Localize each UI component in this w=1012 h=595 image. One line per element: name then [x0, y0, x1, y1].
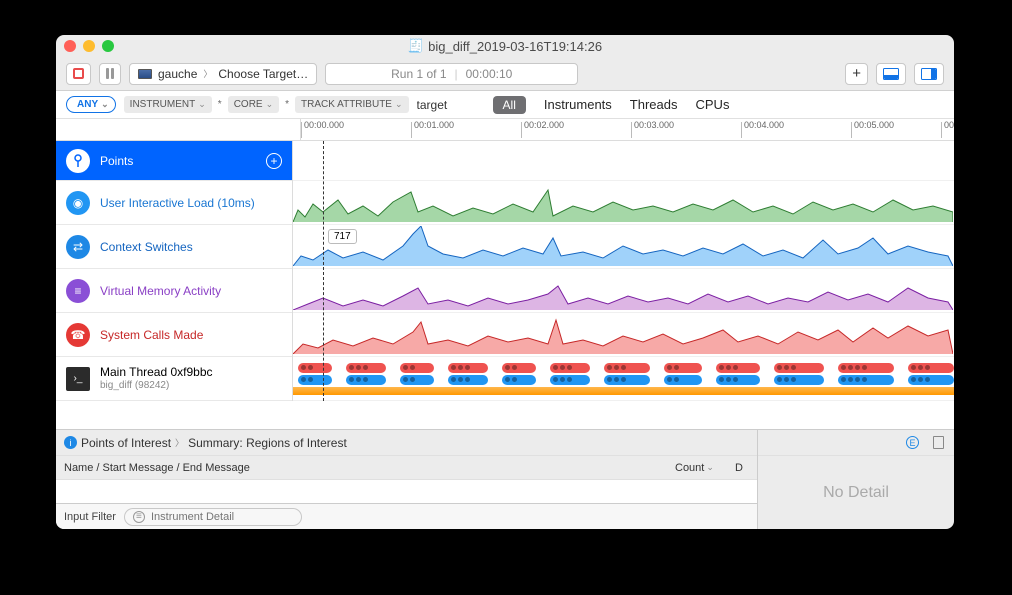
minimize-icon[interactable] — [83, 40, 95, 52]
info-icon: i — [64, 436, 77, 449]
document-icon: 🧾 — [408, 38, 424, 54]
run-label: Run 1 of 1 — [391, 67, 446, 81]
time-ruler[interactable]: 00:00.000 00:01.000 00:02.000 00:03.000 … — [56, 119, 954, 141]
match-any-pill[interactable]: ANY⌄ — [66, 96, 116, 113]
chip-instrument[interactable]: INSTRUMENT⌄ — [124, 96, 212, 113]
timeline: 00:00.000 00:01.000 00:02.000 00:03.000 … — [56, 119, 954, 429]
detail-panel: i Points of Interest 〉 Summary: Regions … — [56, 429, 954, 529]
target-action: Choose Target… — [218, 67, 308, 81]
extended-detail-icon[interactable]: E — [906, 436, 919, 449]
instruments-window: 🧾 big_diff_2019-03-16T19:14:26 gauche 〉 … — [56, 35, 954, 529]
zoom-icon[interactable] — [102, 40, 114, 52]
crumb-2: Summary: Regions of Interest — [188, 436, 347, 450]
inspector-head: E — [758, 430, 954, 456]
tab-threads[interactable]: Threads — [630, 97, 678, 112]
syscall-icon: ☎ — [66, 323, 90, 347]
points-icon — [66, 149, 90, 173]
run-info-icon[interactable] — [933, 436, 944, 449]
track-context-switches[interactable]: ⇄ Context Switches — [56, 225, 292, 269]
input-filter-label: Input Filter — [64, 511, 116, 523]
lane-uil — [293, 181, 954, 225]
chip-core[interactable]: CORE⌄ — [228, 96, 279, 113]
lane-sc — [293, 313, 954, 357]
track-labels: Points + ◉ User Interactive Load (10ms) … — [56, 141, 293, 401]
target-host: gauche — [158, 67, 197, 81]
track-points-label: Points — [100, 154, 133, 168]
target-selector[interactable]: gauche 〉 Choose Target… — [129, 63, 317, 85]
record-button[interactable] — [66, 63, 91, 85]
toggle-side-panel[interactable] — [914, 63, 944, 85]
toolbar: gauche 〉 Choose Target… Run 1 of 1 | 00:… — [56, 57, 954, 91]
lane-vm — [293, 269, 954, 313]
chevron-right-icon: 〉 — [175, 436, 184, 449]
thread-process: big_diff (98242) — [100, 380, 213, 391]
col-d[interactable]: D — [735, 462, 749, 474]
track-system-calls[interactable]: ☎ System Calls Made — [56, 313, 292, 357]
filter-input[interactable] — [417, 98, 477, 112]
panel-bottom-icon — [883, 68, 899, 80]
detail-footer: Input Filter ≡ — [56, 503, 757, 529]
no-detail-label: No Detail — [758, 456, 954, 529]
track-canvas[interactable]: 717 — [293, 141, 954, 401]
panel-side-icon — [921, 68, 937, 80]
plus-icon: + — [852, 65, 861, 82]
memory-icon: ≡ — [66, 279, 90, 303]
lane-cs: 717 — [293, 225, 954, 269]
add-track-icon[interactable]: + — [266, 153, 282, 169]
cpu-icon: ◉ — [66, 191, 90, 215]
chevron-down-icon: ⌄ — [101, 99, 109, 110]
run-selector[interactable]: Run 1 of 1 | 00:00:10 — [325, 63, 578, 85]
laptop-icon — [138, 69, 152, 79]
track-main-thread[interactable]: ›_ Main Thread 0xf9bbc big_diff (98242) — [56, 357, 292, 401]
chevron-down-icon: ⌄ — [706, 462, 714, 473]
cs-value-tooltip: 717 — [328, 229, 357, 244]
toggle-bottom-panel[interactable] — [876, 63, 906, 85]
scope-tabs: All Instruments Threads CPUs — [493, 96, 730, 114]
inspector-panel: E No Detail — [757, 430, 954, 529]
terminal-icon: ›_ — [66, 367, 90, 391]
run-time: 00:00:10 — [466, 67, 513, 81]
close-icon[interactable] — [64, 40, 76, 52]
col-name[interactable]: Name / Start Message / End Message — [64, 462, 675, 474]
detail-table-body[interactable] — [56, 480, 757, 503]
detail-breadcrumb[interactable]: i Points of Interest 〉 Summary: Regions … — [56, 430, 757, 456]
pause-button[interactable] — [99, 63, 121, 85]
chevron-right-icon: 〉 — [203, 67, 212, 80]
track-sc-label: System Calls Made — [100, 328, 203, 342]
track-points[interactable]: Points + — [56, 141, 292, 181]
col-count[interactable]: Count⌄ — [675, 462, 735, 474]
playhead[interactable] — [323, 141, 324, 401]
titlebar: 🧾 big_diff_2019-03-16T19:14:26 — [56, 35, 954, 57]
tab-cpus[interactable]: CPUs — [696, 97, 730, 112]
track-virtual-memory[interactable]: ≡ Virtual Memory Activity — [56, 269, 292, 313]
thread-name: Main Thread 0xf9bbc — [100, 366, 213, 379]
window-controls — [64, 40, 114, 52]
instrument-detail-filter[interactable]: ≡ — [124, 508, 302, 526]
switch-icon: ⇄ — [66, 235, 90, 259]
instrument-detail-input[interactable] — [151, 511, 293, 523]
track-vm-label: Virtual Memory Activity — [100, 284, 221, 298]
chip-track-attribute[interactable]: TRACK ATTRIBUTE⌄ — [295, 96, 408, 113]
detail-columns: Name / Start Message / End Message Count… — [56, 456, 757, 480]
track-user-interactive-load[interactable]: ◉ User Interactive Load (10ms) — [56, 181, 292, 225]
tab-instruments[interactable]: Instruments — [544, 97, 612, 112]
tab-all[interactable]: All — [493, 96, 526, 114]
filter-bar: ANY⌄ INSTRUMENT⌄ * CORE⌄ * TRACK ATTRIBU… — [56, 91, 954, 119]
add-button[interactable]: + — [845, 63, 868, 85]
window-title: 🧾 big_diff_2019-03-16T19:14:26 — [408, 38, 602, 54]
ruler-scale: 00:00.000 00:01.000 00:02.000 00:03.000 … — [301, 119, 954, 140]
filter-icon: ≡ — [133, 511, 145, 523]
track-cs-label: Context Switches — [100, 240, 193, 254]
crumb-1: Points of Interest — [81, 436, 171, 450]
track-uil-label: User Interactive Load (10ms) — [100, 196, 255, 210]
window-title-text: big_diff_2019-03-16T19:14:26 — [428, 39, 602, 54]
lane-thread — [293, 357, 954, 401]
